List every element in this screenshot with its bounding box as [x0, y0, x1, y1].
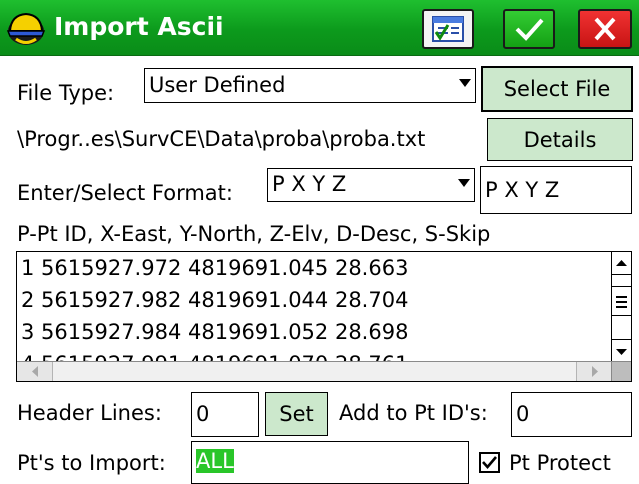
file-path: \Progr..es\SurvCE\Data\proba\proba.txt	[17, 127, 426, 151]
pts-to-import-label: Pt's to Import:	[17, 451, 166, 475]
file-type-label: File Type:	[17, 81, 115, 105]
list-item: 3 5615927.984 4819691.052 28.698	[21, 320, 409, 344]
select-file-button[interactable]: Select File	[481, 66, 633, 112]
details-button[interactable]: Details	[487, 118, 633, 161]
window-title: Import Ascii	[54, 12, 224, 41]
format-label: Enter/Select Format:	[17, 181, 233, 205]
file-type-value: User Defined	[149, 73, 286, 97]
chevron-down-icon	[459, 79, 471, 87]
format-dropdown[interactable]: P X Y Z	[267, 168, 475, 202]
arrow-left-icon	[32, 366, 38, 377]
pts-to-import-value: ALL	[196, 449, 234, 473]
arrow-down-icon	[616, 349, 627, 355]
list-item: 1 5615927.972 4819691.045 28.663	[21, 256, 409, 280]
helmet-icon	[6, 12, 46, 45]
format-legend: P-Pt ID, X-East, Y-North, Z-Elv, D-Desc,…	[17, 222, 491, 246]
ok-button[interactable]	[503, 9, 555, 49]
scroll-up-button[interactable]	[612, 252, 631, 275]
format-input[interactable]: P X Y Z	[480, 166, 632, 214]
scroll-right-button[interactable]	[576, 362, 612, 381]
details-label: Details	[523, 128, 597, 152]
close-button[interactable]	[578, 9, 632, 49]
header-lines-input[interactable]: 0	[191, 392, 259, 437]
add-to-pt-ids-label: Add to Pt ID's:	[339, 401, 488, 425]
size-grip	[611, 361, 631, 381]
checkmark-icon	[515, 18, 544, 41]
set-button[interactable]: Set	[265, 392, 328, 436]
arrow-right-icon	[592, 366, 598, 377]
scroll-thumb[interactable]	[612, 286, 631, 316]
header-lines-label: Header Lines:	[17, 401, 162, 425]
list-item: 2 5615927.982 4819691.044 28.704	[21, 288, 409, 312]
header-lines-value: 0	[196, 402, 210, 426]
checkmark-icon	[482, 456, 497, 469]
grip-icon	[616, 296, 627, 308]
file-preview-list[interactable]: 1 5615927.972 4819691.045 28.663 2 56159…	[16, 251, 632, 382]
view-toggle-icon	[432, 16, 464, 42]
select-file-label: Select File	[503, 77, 611, 101]
arrow-up-icon	[616, 260, 627, 266]
add-to-pt-ids-input[interactable]: 0	[511, 392, 632, 437]
close-icon	[594, 17, 616, 41]
title-bar: Import Ascii	[0, 0, 639, 56]
view-toggle-button[interactable]	[422, 9, 474, 49]
add-to-pt-ids-value: 0	[516, 402, 530, 426]
pt-protect-label: Pt Protect	[509, 451, 611, 475]
format-input-value: P X Y Z	[485, 178, 560, 202]
horizontal-scrollbar[interactable]	[17, 361, 612, 381]
scroll-down-button[interactable]	[612, 339, 631, 362]
chevron-down-icon	[458, 179, 470, 187]
format-selected: P X Y Z	[272, 172, 347, 196]
pt-protect-checkbox[interactable]	[479, 452, 500, 473]
vertical-scrollbar[interactable]	[611, 252, 631, 362]
file-type-dropdown[interactable]: User Defined	[144, 68, 476, 103]
scroll-left-button[interactable]	[17, 362, 53, 381]
set-label: Set	[279, 402, 314, 426]
pts-to-import-input[interactable]: ALL	[191, 441, 469, 484]
